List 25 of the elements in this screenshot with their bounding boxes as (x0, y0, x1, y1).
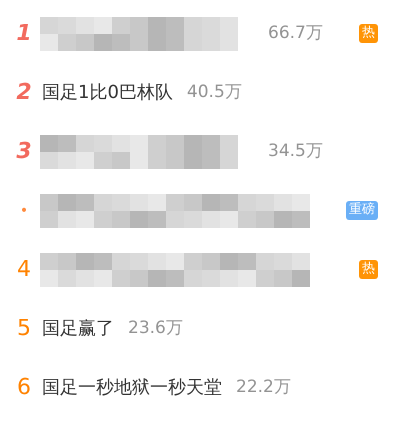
hot-list-item[interactable]: 2 国足1比0巴林队 40.5万 (0, 63, 400, 122)
heat-count: 22.2万 (236, 376, 291, 399)
tag-label: 热 (359, 260, 378, 279)
rank-number: 5 (16, 318, 32, 340)
heat-count: 40.5万 (186, 80, 242, 104)
heat-count: 66.7万 (268, 22, 323, 45)
heat-count: 23.6万 (128, 316, 183, 340)
tag-label: 热 (359, 24, 378, 43)
rank-number: 1 (15, 22, 33, 44)
heat-count: 34.5万 (268, 140, 323, 163)
hot-list-item[interactable]: • 重磅 (0, 181, 400, 240)
topic-title: 国足赢了 (42, 317, 114, 341)
hot-list-item[interactable]: 3 34.5万 (0, 122, 400, 181)
rank-number: 2 (15, 82, 33, 104)
hot-list-item[interactable]: 4 热 (0, 240, 400, 299)
tag-label: 重磅 (346, 201, 378, 220)
hot-list-item[interactable]: 5 国足赢了 23.6万 (0, 299, 400, 358)
rank-number: 6 (16, 376, 32, 398)
rank-number: 3 (15, 140, 33, 162)
topic-title: 国足1比0巴林队 (42, 81, 173, 105)
hot-list-item[interactable]: 6 国足一秒地狱一秒天堂 22.2万 (0, 358, 400, 417)
topic-title: 国足一秒地狱一秒天堂 (42, 376, 222, 400)
rank-number: 4 (16, 258, 32, 280)
bullet-icon: • (10, 204, 38, 218)
hot-list-item[interactable]: 1 66.7万 热 (0, 4, 400, 63)
